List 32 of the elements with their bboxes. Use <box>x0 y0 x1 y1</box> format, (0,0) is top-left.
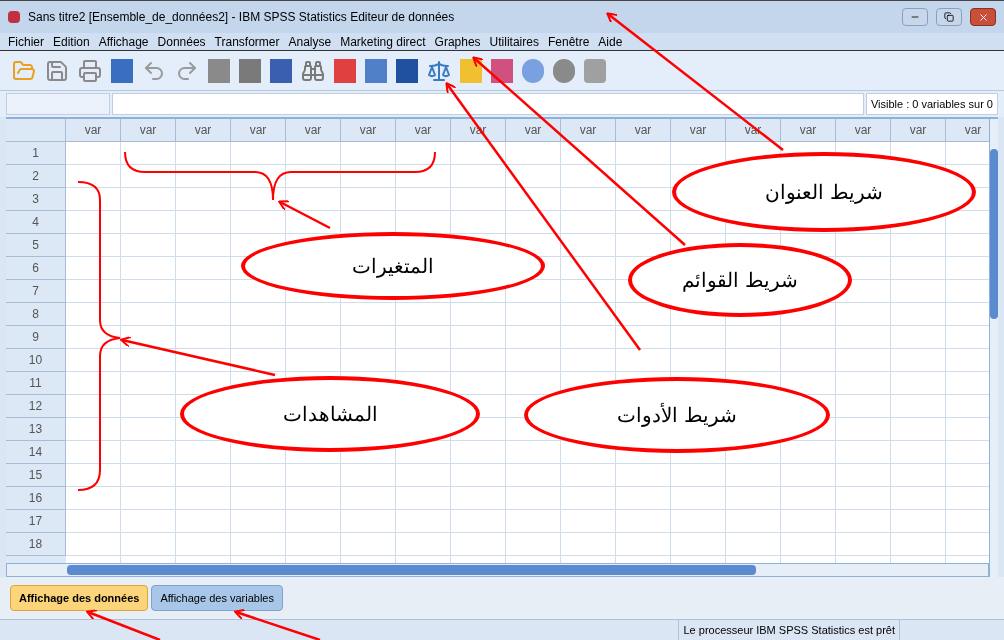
close-button[interactable] <box>970 8 996 26</box>
binoculars-icon[interactable] <box>301 58 325 83</box>
restore-icon <box>944 12 954 22</box>
menu-item[interactable]: Transformer <box>214 32 280 51</box>
close-icon <box>977 11 989 23</box>
menu-item[interactable]: Données <box>157 32 206 51</box>
menu-item[interactable]: Aide <box>598 32 623 51</box>
menu-item[interactable]: Utilitaires <box>489 32 539 51</box>
window-title: Sans titre2 [Ensemble_de_données2] - IBM SPSS Statistics Editeur de données <box>28 9 456 26</box>
menu-item[interactable]: Marketing direct <box>340 32 426 51</box>
folder-icon[interactable] <box>12 58 36 83</box>
horizontal-scrollbar[interactable] <box>6 563 989 577</box>
cell-value-field[interactable] <box>112 93 864 115</box>
menu-item[interactable]: Fichier <box>8 32 44 51</box>
menu-item[interactable]: Fenêtre <box>547 32 590 51</box>
menu-item[interactable]: Edition <box>53 32 90 51</box>
visible-variables-info: Visible : 0 variables sur 0 <box>865 93 998 115</box>
view-tab[interactable]: Affichage des variables <box>151 584 283 612</box>
cell-name-field[interactable] <box>6 93 110 115</box>
status-message: Le processeur IBM SPSS Statistics est prêt <box>679 620 900 640</box>
app-icon <box>8 11 20 23</box>
scale-icon[interactable] <box>427 58 451 83</box>
view-tab[interactable]: Affichage des données <box>10 584 149 612</box>
save-icon[interactable] <box>45 58 69 83</box>
minimize-button[interactable] <box>902 8 928 26</box>
restore-button[interactable] <box>936 8 962 26</box>
vertical-scrollbar[interactable] <box>989 119 998 577</box>
arrow <box>278 200 331 230</box>
menu-item[interactable]: Analyse <box>288 32 332 51</box>
printer-icon[interactable] <box>78 58 102 83</box>
menu-item[interactable]: Graphes <box>434 32 481 51</box>
menu-item[interactable]: Affichage <box>98 32 149 51</box>
